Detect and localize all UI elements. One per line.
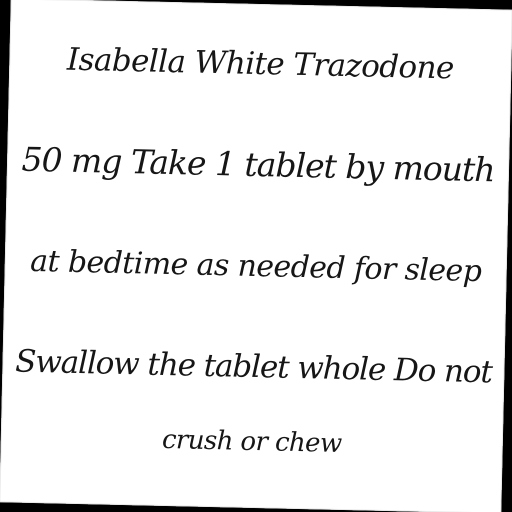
note-line-swallow-warning: Swallow the tablet whole Do not <box>14 343 493 391</box>
handwritten-note: Isabella White Trazodone 50 mg Take 1 ta… <box>0 0 512 512</box>
note-line-patient-drug: Isabella White Trazodone <box>66 41 455 87</box>
note-line-timing: at bedtime as needed for sleep <box>29 243 482 290</box>
note-line-dose-instruction: 50 mg Take 1 tablet by mouth <box>21 139 496 190</box>
photo-frame: Isabella White Trazodone 50 mg Take 1 ta… <box>0 0 512 512</box>
note-line-crush-warning: crush or chew <box>161 424 342 459</box>
